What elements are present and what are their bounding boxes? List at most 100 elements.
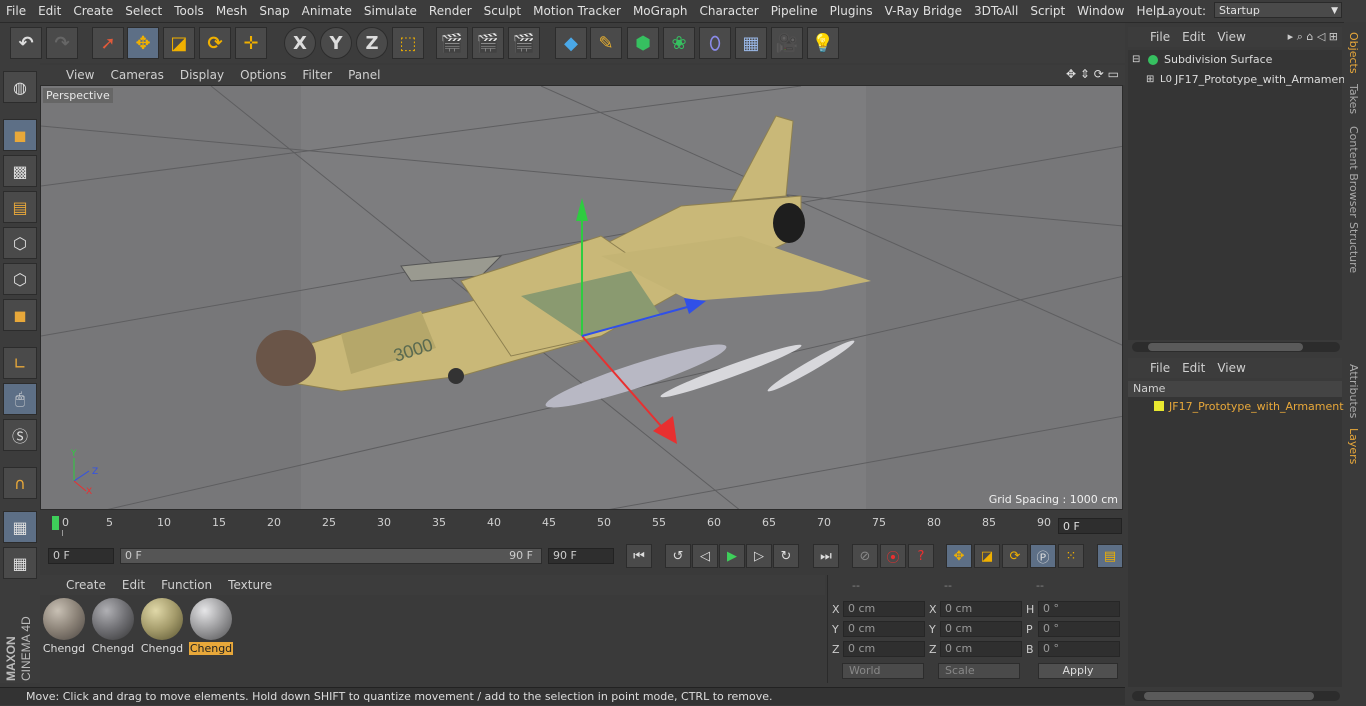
layer-list-scrollbar[interactable] [1132,691,1340,701]
frame-range-slider[interactable]: 0 F 90 F [120,548,542,564]
x-axis-lock-button[interactable]: X [284,27,316,59]
rotate-tool-button[interactable]: ⟳ [199,27,231,59]
menu-motion-tracker[interactable]: Motion Tracker [527,0,627,22]
live-selection-button[interactable]: ➚ [92,27,124,59]
layer-menu-file[interactable]: File [1128,358,1176,378]
keyframe-selection-button[interactable]: ? [908,544,934,568]
size-y-field[interactable]: 0 cm [940,621,1022,637]
size-mode-dropdown[interactable]: Scale [938,663,1020,679]
tab-structure[interactable]: Structure [1347,222,1360,273]
texture-mode-button[interactable]: ▩ [3,155,37,187]
size-x-field[interactable]: 0 cm [940,601,1022,617]
snapping-button[interactable]: ∩ [3,467,37,499]
solo-button[interactable]: Ⓢ [3,419,37,451]
menu-render[interactable]: Render [423,0,478,22]
key-scale-button[interactable]: ◪ [974,544,1000,568]
position-y-field[interactable]: 0 cm [843,621,925,637]
material-item[interactable]: Chengd [42,598,86,655]
tab-attributes[interactable]: Attributes [1347,364,1360,418]
object-row[interactable]: ⊞ L0 JF17_Prototype_with_Armament [1128,70,1350,90]
layer-menu-view[interactable]: View [1211,358,1251,378]
current-frame-field[interactable]: 0 F [1058,518,1122,534]
scrollbar-thumb[interactable] [1144,692,1314,700]
material-menu-function[interactable]: Function [153,575,220,595]
polygons-mode-button[interactable]: ◼ [3,299,37,331]
axis-mode-button[interactable]: ∟ [3,347,37,379]
menu-plugins[interactable]: Plugins [824,0,879,22]
render-picture-viewer-button[interactable]: 🎬 [472,27,504,59]
next-key-button[interactable]: ↻ [773,544,799,568]
redo-button[interactable]: ↷ [46,27,78,59]
coordinate-space-dropdown[interactable]: World [842,663,924,679]
object-menu-view[interactable]: View [1211,27,1251,47]
scale-tool-button[interactable]: ◪ [163,27,195,59]
coordinate-system-button[interactable]: ⬚ [392,27,424,59]
rotation-p-field[interactable]: 0 ° [1038,621,1120,637]
viewport-menu-filter[interactable]: Filter [294,65,340,85]
viewport-menu-panel[interactable]: Panel [340,65,388,85]
make-editable-button[interactable]: ◍ [3,71,37,103]
position-x-field[interactable]: 0 cm [843,601,925,617]
menu-mograph[interactable]: MoGraph [627,0,694,22]
menu-edit[interactable]: Edit [32,0,67,22]
menu-character[interactable]: Character [693,0,764,22]
play-button[interactable]: ▶ [719,544,745,568]
planar-workplane-button[interactable]: ▦ [3,547,37,579]
menu-3dtoall[interactable]: 3DToAll [968,0,1024,22]
menu-mesh[interactable]: Mesh [210,0,254,22]
object-manager-tool-icons[interactable]: ▸ ⌕ ⌂ ◁ ⊞ [1288,27,1338,47]
z-axis-lock-button[interactable]: Z [356,27,388,59]
layer-row[interactable]: JF17_Prototype_with_Armament [1128,397,1344,417]
menu-vray-bridge[interactable]: V-Ray Bridge [879,0,968,22]
key-pla-button[interactable]: ⁙ [1058,544,1084,568]
move-tool-button[interactable]: ✥ [127,27,159,59]
deformer-button[interactable]: ⬯ [699,27,731,59]
tweak-mode-button[interactable]: 🖱 [3,383,37,415]
next-frame-button[interactable]: ▷ [746,544,772,568]
render-view-button[interactable]: 🎬 [436,27,468,59]
go-to-start-button[interactable]: ⏮ [626,544,652,568]
viewport-menu-display[interactable]: Display [172,65,232,85]
menu-sculpt[interactable]: Sculpt [478,0,527,22]
floor-button[interactable]: ▦ [735,27,767,59]
cloner-button[interactable]: ❀ [663,27,695,59]
material-menu-texture[interactable]: Texture [220,575,280,595]
menu-select[interactable]: Select [119,0,168,22]
material-item-selected[interactable]: Chengd [189,598,233,655]
material-menu-create[interactable]: Create [40,575,114,595]
tree-collapse-icon[interactable]: ⊟ [1132,50,1140,70]
workplane-mode-button[interactable]: ▤ [3,191,37,223]
previous-key-button[interactable]: ↺ [665,544,691,568]
tab-objects[interactable]: Objects [1347,32,1360,74]
workplane-lock-button[interactable]: ▦ [3,511,37,543]
key-rotation-button[interactable]: ⟳ [1002,544,1028,568]
cube-primitive-button[interactable]: ◆ [555,27,587,59]
record-active-button[interactable]: ⊘ [852,544,878,568]
viewport-menu-cameras[interactable]: Cameras [102,65,171,85]
playhead-marker[interactable] [52,516,59,530]
material-item[interactable]: Chengd [91,598,135,655]
timeline-window-button[interactable]: ▤ [1097,544,1123,568]
end-frame-field[interactable]: 90 F [548,548,614,564]
viewport-menu-view[interactable]: View [40,65,102,85]
subdivision-surface-button[interactable]: ⬢ [627,27,659,59]
model-mode-button[interactable]: ◼ [3,119,37,151]
size-z-field[interactable]: 0 cm [940,641,1022,657]
timeline-ruler[interactable]: 0 5 10 15 20 25 30 35 40 45 50 55 60 65 … [40,512,1125,542]
tab-takes[interactable]: Takes [1347,84,1360,114]
y-axis-lock-button[interactable]: Y [320,27,352,59]
apply-button[interactable]: Apply [1038,663,1118,679]
camera-button[interactable]: 🎥 [771,27,803,59]
menu-pipeline[interactable]: Pipeline [765,0,824,22]
start-frame-field[interactable]: 0 F [48,548,114,564]
pen-spline-button[interactable]: ✎ [590,27,622,59]
scrollbar-thumb[interactable] [1148,343,1303,351]
previous-frame-button[interactable]: ◁ [692,544,718,568]
undo-button[interactable]: ↶ [10,27,42,59]
light-button[interactable]: 💡 [807,27,839,59]
layout-dropdown[interactable]: Startup ▼ [1214,2,1342,18]
points-mode-button[interactable]: ⬡ [3,227,37,259]
recent-tool-button[interactable]: ✛ [235,27,267,59]
key-position-button[interactable]: ✥ [946,544,972,568]
edges-mode-button[interactable]: ⬡ [3,263,37,295]
